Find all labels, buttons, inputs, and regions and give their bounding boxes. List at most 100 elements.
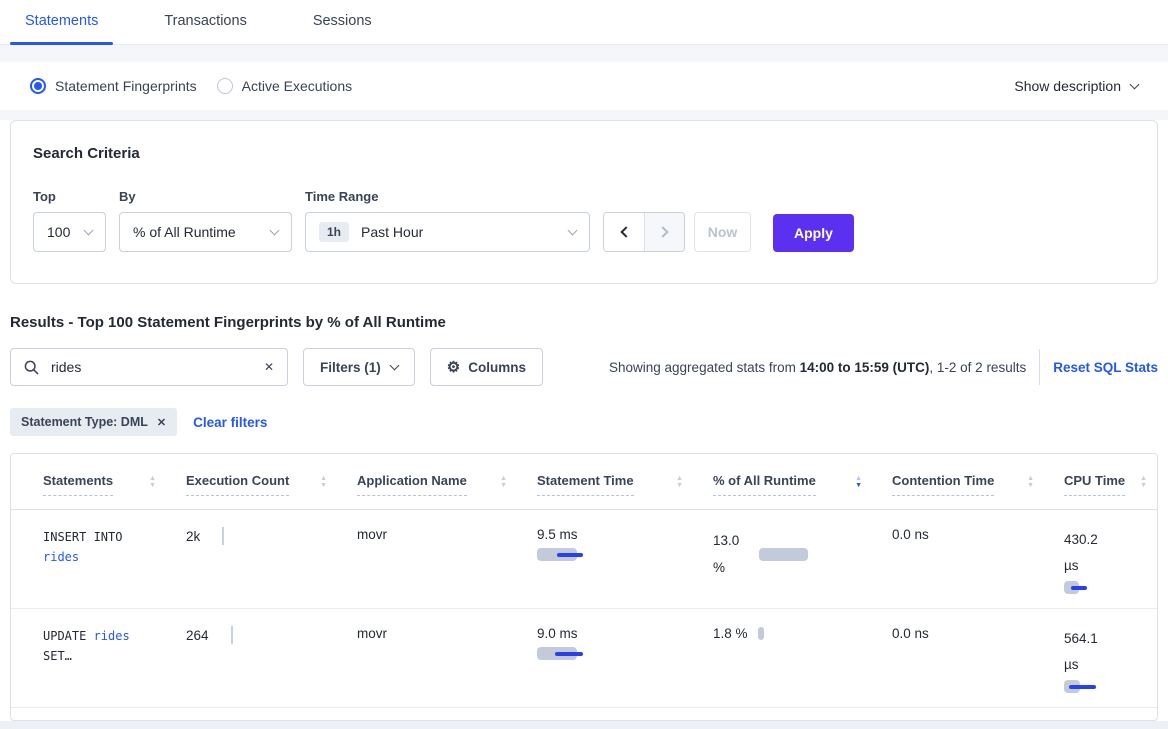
execution-count-value: 2k — [186, 529, 200, 544]
tab-statements[interactable]: Statements — [10, 0, 113, 44]
sort-icon[interactable]: ▲▼ — [500, 475, 507, 489]
statement-time-value: 9.5 ms — [537, 527, 709, 542]
column-label: Application Name — [357, 474, 467, 496]
time-range-value: Past Hour — [361, 224, 423, 240]
statement-cell: INSERT INTOrides — [11, 510, 186, 609]
by-select[interactable]: % of All Runtime — [119, 212, 292, 252]
table-row: UPDATE ridesSET…264movr9.0 ms1.8 %0.0 ns… — [11, 609, 1157, 708]
filter-chip-label: Statement Type: DML — [21, 415, 148, 429]
chevron-down-icon — [568, 226, 578, 236]
column-label: Execution Count — [186, 474, 289, 496]
results-toolbar: ✕ Filters (1) ⚙ Columns Showing aggregat… — [10, 348, 1158, 386]
sort-icon[interactable]: ▲▼ — [855, 475, 862, 489]
cpu-time-bar — [1064, 581, 1153, 594]
divider-strip — [0, 110, 1168, 120]
vertical-divider — [1039, 349, 1040, 385]
execution-count-value: 264 — [186, 628, 209, 643]
runtime-cell: 13.0% — [713, 510, 892, 609]
radio-statement-fingerprints[interactable]: Statement Fingerprints — [30, 78, 197, 94]
column-header[interactable]: Execution Count ▲▼ — [186, 454, 357, 510]
statement-link[interactable]: rides — [94, 629, 130, 643]
sort-icon[interactable]: ▲▼ — [1140, 475, 1147, 489]
previous-time-button[interactable] — [604, 213, 644, 251]
cpu-time-cell: 564.1µs — [1064, 609, 1157, 708]
contention-time-cell: 0.0 ns — [892, 609, 1064, 708]
search-criteria-title: Search Criteria — [33, 145, 1135, 162]
filter-chip-row: Statement Type: DML ✕ Clear filters — [10, 408, 1158, 436]
column-header[interactable]: CPU Time ▲▼ — [1064, 454, 1157, 510]
by-label: By — [119, 189, 292, 204]
contention-time-cell: 0.0 ns — [892, 510, 1064, 609]
filters-button[interactable]: Filters (1) — [303, 348, 415, 386]
column-header[interactable]: Application Name ▲▼ — [357, 454, 537, 510]
radio-active-executions[interactable]: Active Executions — [217, 78, 353, 94]
stats-prefix: Showing aggregated stats from — [609, 360, 800, 375]
column-header[interactable]: Contention Time▲▼ — [892, 454, 1064, 510]
time-range-label: Time Range — [305, 189, 590, 204]
stats-time-range: 14:00 to 15:59 (UTC) — [800, 360, 930, 375]
runtime-value: 13.0% — [713, 527, 749, 581]
statement-time-bar — [537, 548, 709, 561]
column-label: Statement Time — [537, 474, 634, 496]
runtime-bar — [758, 627, 764, 640]
results-table-card: Statements▲▼Execution Count▲▼Application… — [10, 453, 1158, 721]
column-header[interactable]: Statement Time ▲▼ — [537, 454, 713, 510]
runtime-cell: 1.8 % — [713, 609, 892, 708]
radio-label: Statement Fingerprints — [55, 78, 197, 94]
time-nav-group — [603, 212, 685, 252]
apply-button[interactable]: Apply — [773, 214, 854, 252]
chevron-down-icon — [270, 226, 280, 236]
search-input[interactable] — [49, 358, 264, 376]
execution-count-bar — [222, 527, 224, 545]
filter-chip[interactable]: Statement Type: DML ✕ — [10, 408, 177, 436]
top-value: 100 — [47, 224, 70, 240]
now-button[interactable]: Now — [694, 212, 751, 252]
filters-label: Filters (1) — [320, 360, 381, 375]
columns-button[interactable]: ⚙ Columns — [430, 348, 543, 386]
runtime-bar — [759, 548, 808, 561]
tab-sessions[interactable]: Sessions — [298, 0, 387, 44]
top-field: Top 100 — [33, 189, 106, 252]
sort-icon[interactable]: ▲▼ — [320, 475, 327, 489]
column-header[interactable]: % of All Runtime▲▼ — [713, 454, 892, 510]
sort-icon[interactable]: ▲▼ — [149, 475, 156, 489]
chevron-down-icon — [84, 226, 94, 236]
statement-time-value: 9.0 ms — [537, 626, 709, 641]
sort-icon[interactable]: ▲▼ — [676, 475, 683, 489]
search-box[interactable]: ✕ — [10, 348, 288, 386]
statement-time-bar — [537, 647, 709, 660]
reset-sql-stats-link[interactable]: Reset SQL Stats — [1053, 360, 1158, 375]
top-select[interactable]: 100 — [33, 212, 106, 252]
stats-suffix: , 1-2 of 2 results — [929, 360, 1026, 375]
column-header[interactable]: Statements▲▼ — [11, 454, 186, 510]
cpu-time-cell: 430.2µs — [1064, 510, 1157, 609]
show-description-label: Show description — [1014, 78, 1121, 94]
clear-search-icon[interactable]: ✕ — [264, 360, 274, 374]
statement-time-cell: 9.0 ms — [537, 609, 713, 708]
radio-unselected-icon[interactable] — [217, 78, 233, 94]
statements-table: Statements▲▼Execution Count▲▼Application… — [11, 454, 1157, 708]
remove-filter-icon[interactable]: ✕ — [157, 416, 166, 429]
radio-selected-icon[interactable] — [30, 78, 46, 94]
chevron-down-icon — [1130, 79, 1140, 89]
search-icon — [24, 360, 39, 375]
show-description-toggle[interactable]: Show description — [1014, 78, 1138, 94]
tab-transactions[interactable]: Transactions — [149, 0, 261, 44]
search-criteria-panel: Search Criteria Top 100 By % of All Runt… — [10, 120, 1158, 284]
next-time-button[interactable] — [644, 213, 684, 251]
divider-strip — [0, 45, 1168, 62]
statement-link[interactable]: rides — [43, 550, 79, 564]
execution-count-cell: 2k — [186, 510, 357, 609]
execution-count-bar — [231, 626, 233, 644]
column-label: CPU Time — [1064, 474, 1125, 496]
chevron-down-icon — [389, 361, 399, 371]
runtime-value: 1.8 % — [713, 626, 748, 641]
time-range-select[interactable]: 1h Past Hour — [305, 212, 590, 252]
top-tab-bar: Statements Transactions Sessions — [0, 0, 1168, 45]
results-heading: Results - Top 100 Statement Fingerprints… — [10, 314, 1158, 331]
sort-icon[interactable]: ▲▼ — [1027, 475, 1034, 489]
clear-filters-link[interactable]: Clear filters — [193, 415, 267, 430]
table-header-row: Statements▲▼Execution Count▲▼Application… — [11, 454, 1157, 510]
cpu-time-value: 430.2µs — [1064, 527, 1153, 579]
cpu-time-bar — [1064, 680, 1153, 693]
